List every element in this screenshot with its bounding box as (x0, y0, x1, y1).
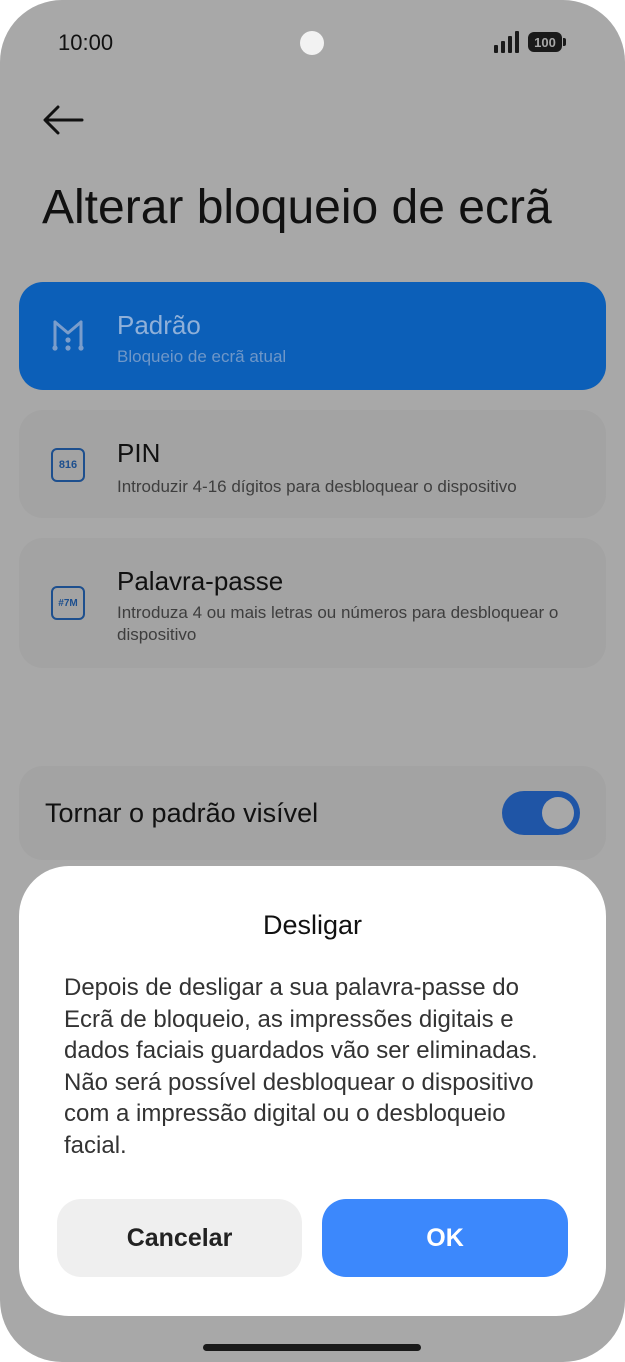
visible-pattern-label: Tornar o padrão visível (45, 798, 319, 828)
option-pattern[interactable]: Padrão Bloqueio de ecrã atual (19, 282, 606, 390)
status-time: 10:00 (58, 30, 114, 55)
password-icon: #7M (51, 586, 85, 620)
back-button[interactable] (40, 100, 86, 140)
visible-pattern-toggle[interactable] (502, 791, 580, 835)
battery-icon: 100 (528, 32, 566, 52)
option-subtitle: Introduzir 4-16 dígitos para desbloquear… (117, 477, 517, 496)
option-title: PIN (117, 438, 161, 468)
pin-icon: 816 (51, 448, 85, 482)
option-title: Palavra-passe (117, 566, 284, 596)
camera-cutout (300, 31, 324, 55)
signal-icon (494, 31, 522, 53)
page-title: Alterar bloqueio de ecrã (42, 181, 552, 234)
toggle-knob (542, 797, 574, 829)
ok-button[interactable]: OK (322, 1199, 568, 1277)
back-arrow-icon (43, 105, 84, 135)
option-pin[interactable]: 816 PIN Introduzir 4-16 dígitos para des… (19, 410, 606, 518)
option-subtitle: Introduza 4 ou mais letras ou números pa… (117, 603, 559, 644)
turn-off-dialog: Desligar Depois de desligar a sua palavr… (19, 866, 606, 1316)
dialog-message: Depois de desligar a sua palavra-passe d… (64, 974, 538, 1159)
visible-pattern-row: Tornar o padrão visível (19, 766, 606, 860)
cancel-button[interactable]: Cancelar (57, 1199, 302, 1277)
option-subtitle: Bloqueio de ecrã atual (117, 347, 287, 366)
pattern-icon (52, 320, 84, 351)
option-password[interactable]: #7M Palavra-passe Introduza 4 ou mais le… (19, 538, 606, 668)
home-indicator[interactable] (203, 1344, 421, 1351)
option-title: Padrão (117, 310, 201, 340)
dialog-title: Desligar (262, 910, 363, 940)
phone-screen: 10:00 100 Alterar bloqueio de ecrã Padrã… (0, 0, 625, 1362)
